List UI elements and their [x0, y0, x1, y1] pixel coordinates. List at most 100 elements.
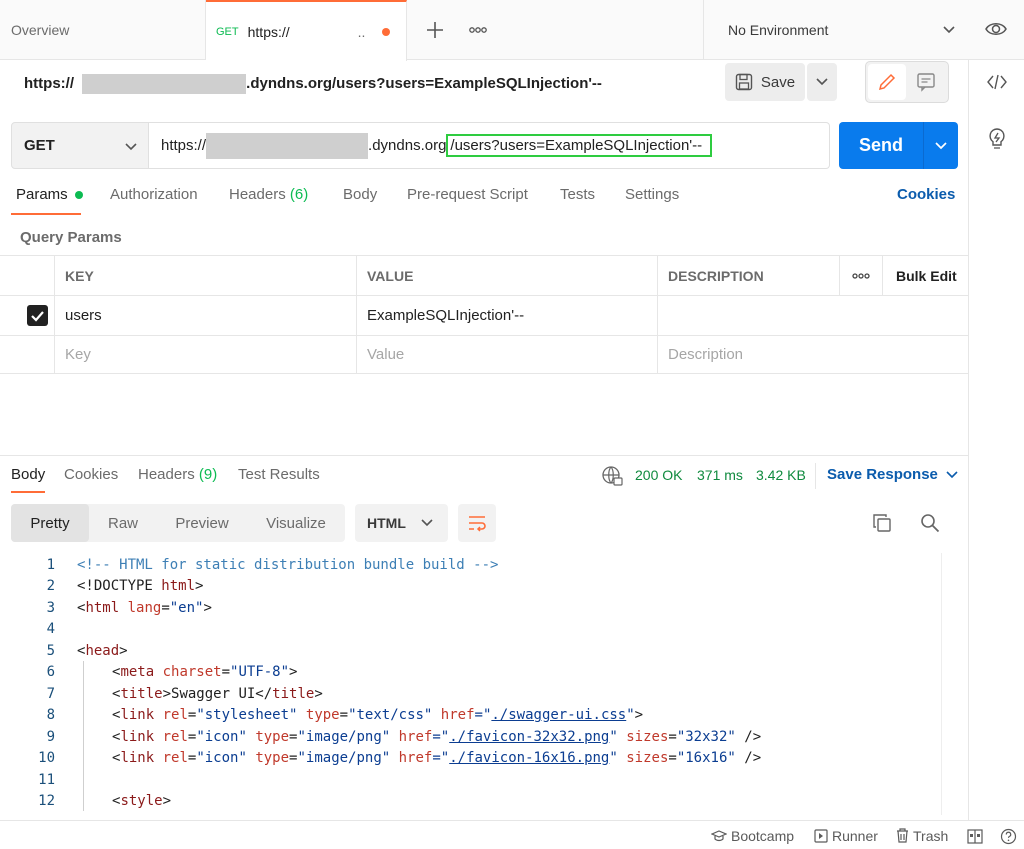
chevron-down-icon — [946, 471, 958, 479]
tab-params[interactable]: Params — [16, 186, 83, 203]
code-link[interactable]: ./favicon-32x32.png — [449, 729, 609, 745]
new-value-input[interactable]: Value — [356, 336, 658, 373]
url-input[interactable]: https:// .dyndns.org /users?users=Exampl… — [149, 122, 830, 169]
environment-selector[interactable]: No Environment — [703, 0, 968, 60]
response-tab-test-results[interactable]: Test Results — [238, 466, 320, 483]
request-title-prefix: https:// — [24, 74, 74, 92]
cookies-link[interactable]: Cookies — [897, 186, 955, 203]
column-key-label: KEY — [65, 267, 94, 284]
response-tab-headers[interactable]: Headers (9) — [138, 466, 217, 483]
save-label: Save — [760, 73, 796, 91]
method-select[interactable]: GET — [11, 122, 149, 169]
tab-request[interactable]: GET https:// .. — [206, 0, 407, 61]
search-icon[interactable] — [920, 513, 940, 533]
two-pane-icon[interactable] — [967, 829, 983, 844]
code-link[interactable]: ./swagger-ui.css — [491, 707, 626, 723]
tab-settings[interactable]: Settings — [625, 186, 679, 203]
code-line: 2 <!DOCTYPE html> — [0, 576, 204, 598]
param-description-cell[interactable] — [657, 296, 968, 335]
code-line: 12 <style> — [0, 791, 171, 813]
more-tabs-icon[interactable] — [469, 26, 487, 34]
column-value-label: VALUE — [367, 267, 414, 284]
param-checkbox[interactable] — [27, 305, 48, 326]
response-size[interactable]: 3.42 KB — [756, 467, 806, 483]
new-tab-plus-icon[interactable] — [425, 20, 445, 40]
code-line: 7 <title>Swagger UI</title> — [0, 683, 323, 705]
tab-headers[interactable]: Headers (6) — [229, 186, 308, 203]
chevron-down-icon — [421, 519, 433, 527]
new-key-input[interactable]: Key — [54, 336, 356, 373]
param-value-cell[interactable]: ExampleSQLInjection'-- — [356, 296, 658, 335]
bootcamp-button[interactable]: Bootcamp — [711, 828, 794, 844]
send-options-button[interactable] — [923, 122, 958, 169]
value-placeholder: Value — [367, 346, 405, 363]
save-button[interactable]: Save — [725, 63, 805, 101]
tab-tests[interactable]: Tests — [560, 186, 595, 203]
copy-icon[interactable] — [872, 513, 892, 533]
trash-icon — [897, 828, 908, 843]
line-number: 2 — [46, 578, 55, 595]
format-preview[interactable]: Preview — [157, 504, 247, 542]
new-description-input[interactable]: Description — [657, 336, 968, 373]
play-icon — [814, 829, 828, 843]
help-icon[interactable] — [1000, 828, 1017, 845]
tab-authorization[interactable]: Authorization — [110, 186, 198, 203]
bootcamp-label: Bootcamp — [731, 828, 795, 844]
request-tabs: Params Authorization Headers (6) Body Pr… — [0, 186, 968, 216]
code-text: <!-- HTML for static distribution bundle… — [77, 556, 499, 573]
request-title[interactable]: https:// .dyndns.org/users?users=Example… — [24, 74, 602, 94]
tab-overview[interactable]: Overview — [0, 0, 206, 60]
param-key: users — [65, 307, 102, 324]
status-code[interactable]: 200 OK — [635, 467, 682, 483]
code-snippet-icon[interactable] — [986, 72, 1008, 92]
code-text: <title>Swagger UI</title> — [112, 685, 323, 702]
format-visualize[interactable]: Visualize — [247, 504, 345, 542]
response-code-viewer[interactable]: 1 <!-- HTML for static distribution bundl… — [0, 553, 940, 817]
url-prefix: https:// — [161, 137, 207, 154]
bulk-edit-button[interactable]: Bulk Edit — [882, 256, 968, 295]
globe-icon[interactable] — [601, 465, 623, 487]
code-text: <html lang="en"> — [77, 599, 212, 616]
params-active-dot-icon — [74, 191, 83, 200]
code-line: 9 <link rel="icon" type="image/png" href=… — [0, 726, 762, 748]
column-key: KEY — [54, 256, 356, 295]
eye-icon[interactable] — [985, 19, 1007, 39]
save-response-button[interactable]: Save Response — [827, 466, 958, 483]
response-active-underline — [11, 491, 45, 493]
query-params-table: KEY VALUE DESCRIPTION Bulk Edit users Ex… — [0, 255, 968, 374]
save-options-button[interactable] — [807, 63, 837, 101]
runner-label: Runner — [832, 828, 878, 844]
tab-prerequest-script[interactable]: Pre-request Script — [407, 186, 528, 203]
runner-button[interactable]: Runner — [814, 828, 878, 844]
line-number: 11 — [38, 771, 55, 788]
edit-button[interactable] — [868, 64, 906, 100]
param-key-cell[interactable]: users — [54, 296, 356, 335]
lightbulb-icon[interactable] — [986, 127, 1008, 151]
unsaved-dot-icon — [382, 28, 390, 36]
code-scrollbar[interactable] — [941, 553, 959, 815]
code-link[interactable]: ./favicon-16x16.png — [449, 750, 609, 766]
comments-button[interactable] — [916, 72, 936, 92]
language-select[interactable]: HTML — [355, 504, 448, 542]
response-tab-cookies[interactable]: Cookies — [64, 466, 118, 483]
request-title-suffix: .dyndns.org/users?users=ExampleSQLInject… — [246, 74, 602, 92]
code-line: 1 <!-- HTML for static distribution bundl… — [0, 554, 499, 576]
chevron-down-icon — [943, 26, 955, 34]
response-time[interactable]: 371 ms — [697, 467, 743, 483]
table-more-button[interactable] — [839, 256, 882, 295]
wrap-lines-button[interactable] — [458, 504, 496, 542]
format-pretty[interactable]: Pretty — [11, 504, 89, 542]
response-divider — [0, 455, 968, 456]
response-tab-body[interactable]: Body — [11, 466, 45, 483]
format-raw[interactable]: Raw — [89, 504, 157, 542]
send-button[interactable]: Send — [839, 122, 923, 169]
checkmark-icon — [31, 311, 44, 322]
response-tab-body-label: Body — [11, 466, 46, 483]
line-number: 4 — [46, 621, 55, 638]
tab-overview-label: Overview — [11, 22, 70, 38]
trash-button[interactable]: Trash — [896, 828, 948, 844]
tab-body[interactable]: Body — [343, 186, 377, 203]
code-text: <link rel="icon" type="image/png" href="… — [112, 750, 762, 767]
divider — [815, 463, 816, 489]
column-description: DESCRIPTION — [657, 256, 839, 295]
